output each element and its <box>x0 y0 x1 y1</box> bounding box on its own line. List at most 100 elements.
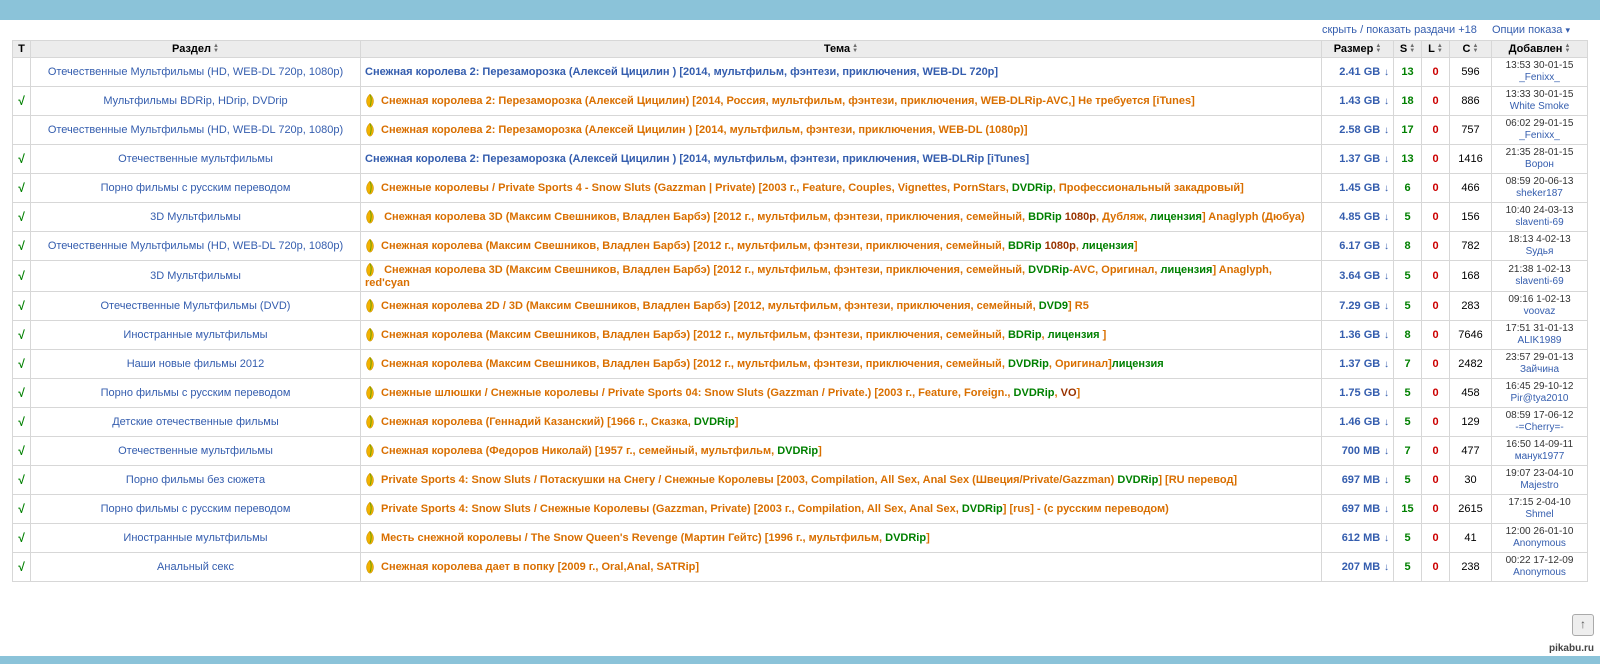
uploader-link[interactable]: Sудья <box>1496 246 1583 258</box>
category-link[interactable]: Порно фильмы с русским переводом <box>101 182 291 194</box>
topic-cell[interactable]: Снежная королева 2: Перезаморозка (Алекс… <box>361 58 1322 87</box>
category-link[interactable]: Мультфильмы BDRip, HDrip, DVDrip <box>103 95 287 107</box>
uploader-link[interactable]: манук1977 <box>1496 451 1583 463</box>
col-leechers[interactable]: L▲▼ <box>1422 41 1450 58</box>
topic-cell[interactable]: Месть снежной королевы / The Snow Queen'… <box>361 524 1322 553</box>
uploader-link[interactable]: Shmel <box>1496 509 1583 521</box>
size-link[interactable]: 1.45 GB <box>1339 182 1380 194</box>
scroll-to-top-button[interactable]: ↑ <box>1572 614 1594 636</box>
uploader-link[interactable]: _Fenixx_ <box>1496 72 1583 84</box>
uploader-link[interactable]: ALIK1989 <box>1496 335 1583 347</box>
download-arrow-icon[interactable]: ↓ <box>1381 301 1389 312</box>
download-arrow-icon[interactable]: ↓ <box>1381 417 1389 428</box>
topic-cell[interactable]: Снежная королева 2: Перезаморозка (Алекс… <box>361 87 1322 116</box>
uploader-link[interactable]: White Smoke <box>1496 101 1583 113</box>
download-arrow-icon[interactable]: ↓ <box>1381 212 1389 223</box>
category-link[interactable]: Отечественные Мультфильмы (HD, WEB-DL 72… <box>48 66 343 78</box>
category-link[interactable]: Порно фильмы без сюжета <box>126 474 265 486</box>
category-link[interactable]: Отечественные Мультфильмы (DVD) <box>101 300 291 312</box>
download-arrow-icon[interactable]: ↓ <box>1381 330 1389 341</box>
size-link[interactable]: 7.29 GB <box>1339 300 1380 312</box>
topic-cell[interactable]: Снежные королевы / Private Sports 4 - Sn… <box>361 174 1322 203</box>
topic-cell[interactable]: Private Sports 4: Snow Sluts / Снежные К… <box>361 495 1322 524</box>
size-link[interactable]: 1.37 GB <box>1339 153 1380 165</box>
download-arrow-icon[interactable]: ↓ <box>1381 271 1389 282</box>
download-arrow-icon[interactable]: ↓ <box>1381 125 1389 136</box>
col-completed[interactable]: C▲▼ <box>1450 41 1492 58</box>
category-link[interactable]: Порно фильмы с русским переводом <box>101 387 291 399</box>
category-link[interactable]: Детские отечественные фильмы <box>112 416 279 428</box>
size-link[interactable]: 1.36 GB <box>1339 329 1380 341</box>
topic-cell[interactable]: Снежная королева (Максим Свешников, Влад… <box>361 321 1322 350</box>
size-link[interactable]: 2.58 GB <box>1339 124 1380 136</box>
topic-cell[interactable]: Снежная королева 2: Перезаморозка (Алекс… <box>361 116 1322 145</box>
download-arrow-icon[interactable]: ↓ <box>1381 67 1389 78</box>
col-section[interactable]: Раздел▲▼ <box>31 41 361 58</box>
topic-cell[interactable]: Снежная королева (Максим Свешников, Влад… <box>361 232 1322 261</box>
size-link[interactable]: 2.41 GB <box>1339 66 1380 78</box>
size-link[interactable]: 1.37 GB <box>1339 358 1380 370</box>
download-arrow-icon[interactable]: ↓ <box>1381 475 1389 486</box>
size-link[interactable]: 1.75 GB <box>1339 387 1380 399</box>
col-topic[interactable]: Тема▲▼ <box>361 41 1322 58</box>
size-link[interactable]: 207 MB <box>1342 561 1381 573</box>
download-arrow-icon[interactable]: ↓ <box>1381 446 1389 457</box>
category-link[interactable]: 3D Мультфильмы <box>150 270 241 282</box>
size-link[interactable]: 1.46 GB <box>1339 416 1380 428</box>
uploader-link[interactable]: -=Cherry=- <box>1496 422 1583 434</box>
category-link[interactable]: Иностранные мультфильмы <box>123 329 267 341</box>
category-link[interactable]: Отечественные мультфильмы <box>118 153 273 165</box>
topic-cell[interactable]: Снежная королева 3D (Максим Свешников, В… <box>361 261 1322 292</box>
topic-cell[interactable]: Снежная королева (Геннадий Казанский) [1… <box>361 408 1322 437</box>
size-link[interactable]: 697 MB <box>1342 474 1381 486</box>
category-link[interactable]: Наши новые фильмы 2012 <box>127 358 265 370</box>
download-arrow-icon[interactable]: ↓ <box>1381 241 1389 252</box>
uploader-link[interactable]: Majestro <box>1496 480 1583 492</box>
topic-cell[interactable]: Снежная королева 2D / 3D (Максим Свешник… <box>361 292 1322 321</box>
uploader-link[interactable]: Anonymous <box>1496 567 1583 579</box>
uploader-link[interactable]: slaventi-69 <box>1496 217 1583 229</box>
topic-cell[interactable]: Private Sports 4: Snow Sluts / Потаскушк… <box>361 466 1322 495</box>
category-link[interactable]: Порно фильмы с русским переводом <box>101 503 291 515</box>
uploader-link[interactable]: sheker187 <box>1496 188 1583 200</box>
uploader-link[interactable]: _Fenixx_ <box>1496 130 1583 142</box>
download-arrow-icon[interactable]: ↓ <box>1381 533 1389 544</box>
topic-cell[interactable]: Снежная королева дает в попку [2009 г., … <box>361 553 1322 582</box>
download-arrow-icon[interactable]: ↓ <box>1381 183 1389 194</box>
uploader-link[interactable]: Pir@tya2010 <box>1496 393 1583 405</box>
download-arrow-icon[interactable]: ↓ <box>1381 154 1389 165</box>
uploader-link[interactable]: slaventi-69 <box>1496 276 1583 288</box>
uploader-link[interactable]: Anonymous <box>1496 538 1583 550</box>
size-link[interactable]: 4.85 GB <box>1339 211 1380 223</box>
size-link[interactable]: 1.43 GB <box>1339 95 1380 107</box>
category-link[interactable]: 3D Мультфильмы <box>150 211 241 223</box>
topic-cell[interactable]: Снежные шлюшки / Снежные королевы / Priv… <box>361 379 1322 408</box>
category-link[interactable]: Отечественные мультфильмы <box>118 445 273 457</box>
topic-cell[interactable]: Снежная королева (Федоров Николай) [1957… <box>361 437 1322 466</box>
category-link[interactable]: Отечественные Мультфильмы (HD, WEB-DL 72… <box>48 240 343 252</box>
size-link[interactable]: 3.64 GB <box>1339 270 1380 282</box>
download-arrow-icon[interactable]: ↓ <box>1381 96 1389 107</box>
category-link[interactable]: Анальный секс <box>157 561 234 573</box>
download-arrow-icon[interactable]: ↓ <box>1381 504 1389 515</box>
download-arrow-icon[interactable]: ↓ <box>1381 562 1389 573</box>
uploader-link[interactable]: Зайчина <box>1496 364 1583 376</box>
topic-cell[interactable]: Снежная королева (Максим Свешников, Влад… <box>361 350 1322 379</box>
col-added[interactable]: Добавлен▲▼ <box>1492 41 1588 58</box>
size-link[interactable]: 6.17 GB <box>1339 240 1380 252</box>
topic-cell[interactable]: Снежная королева 2: Перезаморозка (Алекс… <box>361 145 1322 174</box>
download-arrow-icon[interactable]: ↓ <box>1381 359 1389 370</box>
display-options-link[interactable]: Опции показа ▾ <box>1492 24 1570 36</box>
col-t[interactable]: Т <box>13 41 31 58</box>
topic-cell[interactable]: Снежная королева 3D (Максим Свешников, В… <box>361 203 1322 232</box>
category-link[interactable]: Отечественные Мультфильмы (HD, WEB-DL 72… <box>48 124 343 136</box>
col-seeders[interactable]: S▲▼ <box>1394 41 1422 58</box>
hide-show-link[interactable]: скрыть / показать раздачи +18 <box>1322 24 1477 36</box>
col-size[interactable]: Размер▲▼ <box>1322 41 1394 58</box>
size-link[interactable]: 697 MB <box>1342 503 1381 515</box>
uploader-link[interactable]: voovaz <box>1496 306 1583 318</box>
size-link[interactable]: 612 MB <box>1342 532 1381 544</box>
size-link[interactable]: 700 MB <box>1342 445 1381 457</box>
uploader-link[interactable]: Ворон <box>1496 159 1583 171</box>
download-arrow-icon[interactable]: ↓ <box>1381 388 1389 399</box>
